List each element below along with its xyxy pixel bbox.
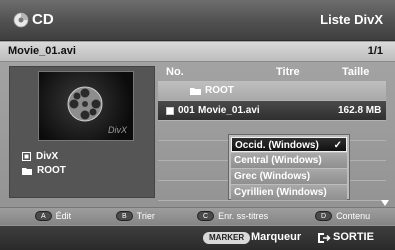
menu-item-grec[interactable]: Grec (Windows): [231, 169, 347, 184]
table-header: No. Titre Taille: [158, 66, 386, 80]
list-item-root[interactable]: ROOT: [158, 81, 386, 101]
info-folder-row: ROOT: [22, 165, 66, 176]
thumbnail: DivX: [38, 71, 134, 141]
menu-item-cyrillien[interactable]: Cyrillien (Windows): [231, 185, 347, 200]
file-number: 001: [178, 105, 195, 116]
key-d-button: D: [315, 211, 333, 221]
key-a-button: A: [35, 211, 52, 221]
marker-button[interactable]: MARKER: [203, 232, 251, 244]
folder-icon: [190, 87, 201, 95]
color-button-bar: A Édit B Trier C Enr. ss-titres D Conten…: [0, 207, 395, 225]
info-type-row: DivX: [22, 151, 58, 162]
mode-title: Liste DivX: [320, 12, 383, 27]
exit-label: SORTIE: [333, 231, 374, 243]
key-b-button: B: [116, 211, 133, 221]
folder-icon: [22, 167, 32, 175]
hint-edit-label: Édit: [55, 211, 72, 221]
bottom-bar: MARKER Marqueur SORTIE: [0, 226, 395, 250]
header-no: No.: [166, 66, 184, 78]
divx-file-icon: [22, 152, 31, 161]
menu-item-occid[interactable]: Occid. (Windows) ✓: [231, 137, 347, 152]
menu-item-central[interactable]: Central (Windows): [231, 153, 347, 168]
page-indicator: 1/1: [367, 45, 383, 57]
menu-item-label: Occid. (Windows): [235, 140, 319, 151]
hint-save-subtitles-label: Enr. ss-titres: [218, 211, 269, 221]
exit-icon[interactable]: [317, 232, 331, 244]
film-reel-icon: [67, 86, 103, 122]
list-item-file[interactable]: 001 Movie_01.avi 162.8 MB: [158, 101, 386, 121]
hint-content[interactable]: D Contenu: [315, 211, 370, 221]
preview-panel: DivX DivX ROOT: [9, 66, 155, 198]
current-filename: Movie_01.avi: [8, 45, 76, 57]
disc-icon: [13, 12, 29, 28]
checkbox-icon[interactable]: [166, 106, 174, 115]
menu-item-label: Grec (Windows): [234, 171, 311, 182]
header-title: Titre: [276, 66, 300, 78]
hint-sort[interactable]: B Trier: [116, 211, 155, 221]
root-cell: ROOT: [190, 85, 234, 96]
menu-item-label: Cyrillien (Windows): [234, 187, 327, 198]
info-type-label: DivX: [36, 151, 59, 162]
hint-save-subtitles[interactable]: C Enr. ss-titres: [197, 211, 268, 221]
file-number-cell: 001: [166, 105, 195, 116]
divx-list-screen: CD Liste DivX Movie_01.avi 1/1 DivX DivX…: [0, 0, 395, 250]
hint-content-label: Contenu: [336, 211, 371, 221]
file-size: 162.8 MB: [338, 105, 382, 116]
header-size: Taille: [342, 66, 370, 78]
key-c-button: C: [197, 211, 215, 221]
hint-sort-label: Trier: [136, 211, 155, 221]
source-label: CD: [32, 11, 54, 28]
scroll-down-icon[interactable]: [381, 200, 389, 206]
file-title: Movie_01.avi: [198, 105, 260, 116]
marker-label: Marqueur: [251, 231, 302, 243]
divx-logo: DivX: [107, 125, 127, 135]
check-icon: ✓: [333, 140, 342, 151]
info-folder-label: ROOT: [37, 165, 66, 176]
root-title: ROOT: [205, 85, 234, 96]
title-bar: CD Liste DivX: [0, 0, 395, 41]
subtitle-encoding-menu: Occid. (Windows) ✓ Central (Windows) Gre…: [228, 134, 350, 200]
file-bar: Movie_01.avi 1/1: [0, 42, 395, 62]
hint-edit[interactable]: A Édit: [35, 211, 71, 221]
menu-item-label: Central (Windows): [234, 155, 322, 166]
